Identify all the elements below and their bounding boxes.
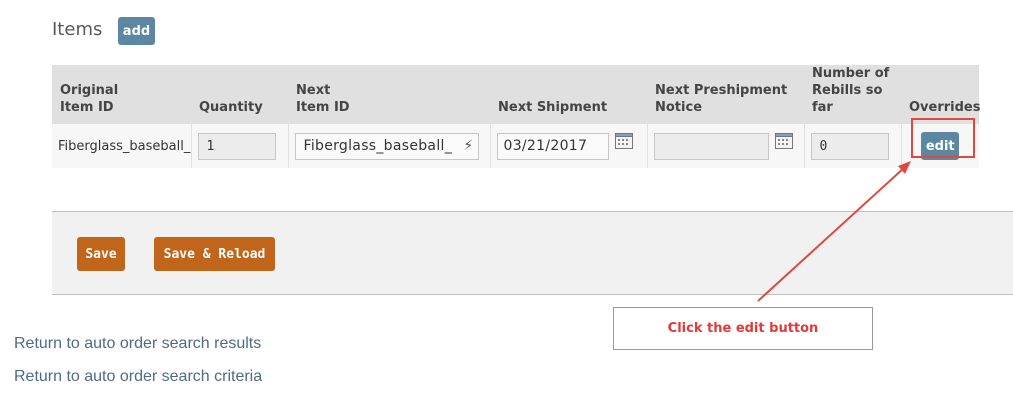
next-preshipment-date-input[interactable] xyxy=(653,132,769,160)
lookup-icon[interactable]: ⚡ xyxy=(463,138,473,154)
next-item-id-value: Fiberglass_baseball_ xyxy=(303,138,452,154)
quantity-input[interactable]: 1 xyxy=(197,132,276,160)
next-item-id-cell: Fiberglass_baseball_ ⚡ xyxy=(288,124,491,168)
save-reload-button[interactable]: Save & Reload xyxy=(154,237,275,271)
header-next-preshipment-notice: Next Preshipment Notice xyxy=(647,65,804,124)
table-row: Fiberglass_baseball_ 1 Fiberglass_baseba… xyxy=(52,124,979,168)
next-shipment-date-input[interactable]: 03/21/2017 xyxy=(496,132,609,160)
calendar-icon[interactable] xyxy=(614,132,633,149)
add-item-button[interactable]: add xyxy=(118,17,155,45)
next-shipment-cell: 03/21/2017 xyxy=(490,124,648,168)
annotation-callout: Click the edit button xyxy=(613,307,873,350)
return-search-results-link[interactable]: Return to auto order search results xyxy=(14,335,261,353)
actions-panel: Save Save & Reload xyxy=(52,211,1013,295)
header-next-item-id: Next Item ID xyxy=(288,65,490,124)
rebills-count-input[interactable]: 0 xyxy=(810,132,889,160)
return-search-criteria-link[interactable]: Return to auto order search criteria xyxy=(14,368,262,386)
save-button[interactable]: Save xyxy=(77,237,125,271)
header-original-item-id: Original Item ID xyxy=(52,65,191,124)
original-item-id-cell: Fiberglass_baseball_ xyxy=(52,124,192,168)
items-section-title: Items xyxy=(52,19,103,40)
number-of-rebills-cell: 0 xyxy=(804,124,902,168)
calendar-icon[interactable] xyxy=(774,132,793,149)
header-quantity: Quantity xyxy=(191,65,288,124)
items-table: Original Item ID Quantity Next Item ID N… xyxy=(52,65,980,168)
header-next-shipment: Next Shipment xyxy=(490,65,647,124)
header-overrides: Overrides xyxy=(901,65,980,124)
annotation-highlight-box xyxy=(911,118,975,158)
next-preshipment-notice-cell xyxy=(647,124,805,168)
header-number-of-rebills: Number of Rebills so far xyxy=(804,65,901,124)
quantity-cell: 1 xyxy=(191,124,289,168)
next-item-id-select[interactable]: Fiberglass_baseball_ ⚡ xyxy=(294,132,479,160)
table-header-row: Original Item ID Quantity Next Item ID N… xyxy=(52,65,980,124)
